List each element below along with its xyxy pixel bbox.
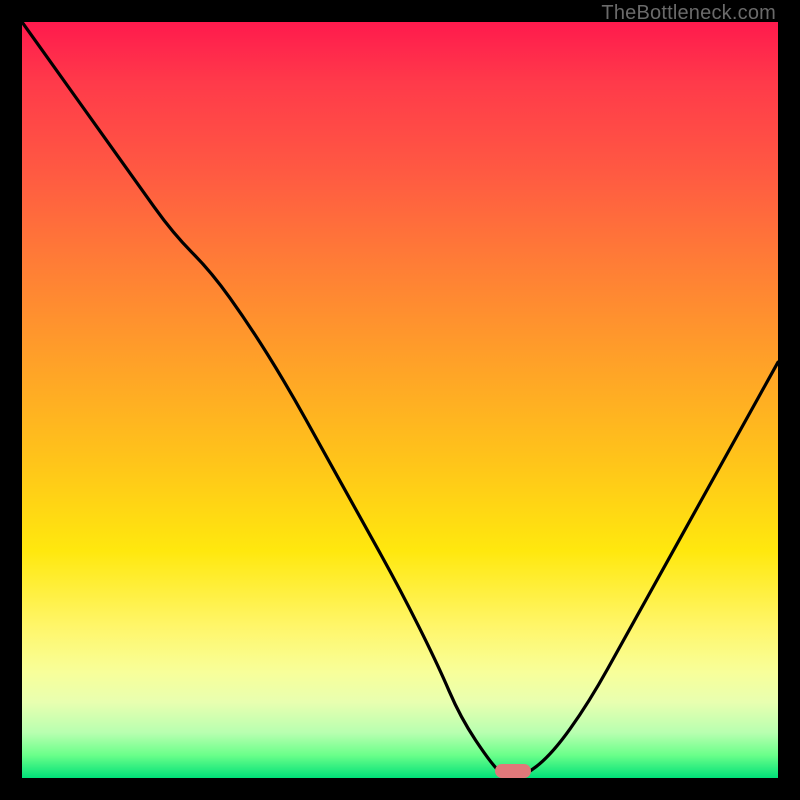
plot-area <box>22 22 778 778</box>
bottleneck-curve <box>22 22 778 778</box>
optimal-marker <box>495 764 531 778</box>
chart-frame: TheBottleneck.com <box>0 0 800 800</box>
